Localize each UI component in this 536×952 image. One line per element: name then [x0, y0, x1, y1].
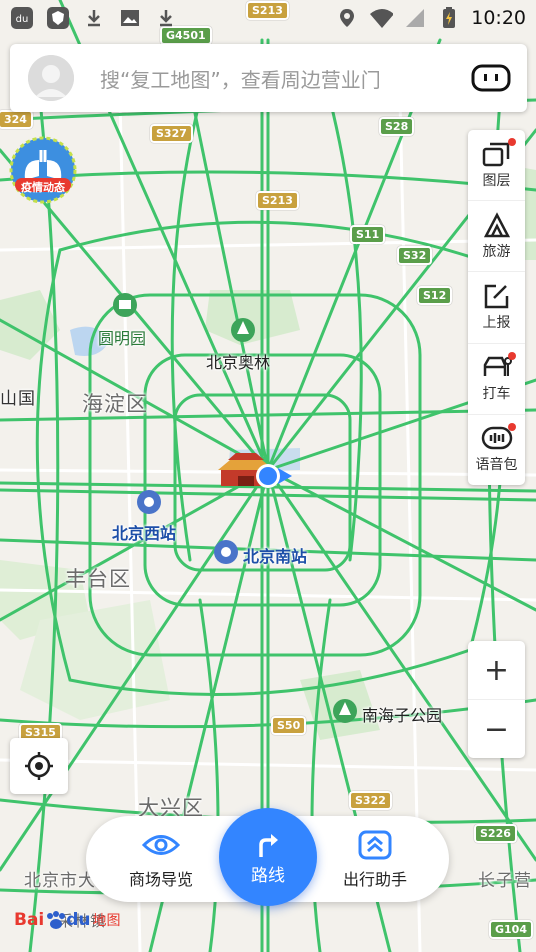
partial-label-changziying: 长子营 [478, 871, 532, 891]
route-button[interactable]: 路线 [219, 808, 317, 906]
download-icon [154, 6, 178, 30]
district-label-fengtai: 丰台区 [65, 567, 131, 591]
mall-guide-button[interactable]: 商场导览 [106, 830, 216, 890]
search-bar[interactable]: 搜“复工地图”，查看周边营业门 [10, 44, 527, 112]
travel-assistant-button[interactable]: 出行助手 [320, 830, 430, 890]
report-edit-icon [484, 284, 508, 309]
user-avatar-icon [28, 55, 74, 101]
notification-dot [508, 422, 516, 431]
svg-text:du: du [16, 14, 29, 25]
status-bar: du 10:20 [0, 0, 536, 36]
download-icon [82, 6, 106, 30]
layers-icon [482, 142, 509, 166]
district-label-haidian: 海淀区 [82, 392, 148, 416]
tool-label: 打车 [482, 386, 511, 403]
road-shield: S213 [256, 191, 299, 210]
tool-label: 旅游 [482, 243, 511, 260]
tool-label: 语音包 [475, 457, 518, 474]
du-shield-app-icon [46, 6, 70, 30]
yuanmingyuan-marker-icon[interactable] [113, 293, 137, 317]
image-icon [118, 6, 142, 30]
road-shield: S12 [417, 286, 453, 305]
tool-travel[interactable]: 旅游 [468, 201, 525, 273]
travel-assistant-label: 出行助手 [342, 870, 407, 889]
poi-label-yuanmingyuan[interactable]: 圆明园 [98, 325, 146, 349]
road-shield: S32 [397, 246, 433, 265]
road-shield: 324 [0, 110, 33, 129]
zoom-in-button[interactable]: + [468, 641, 525, 700]
logo-text-du: du [66, 910, 91, 930]
eye-icon [142, 835, 180, 855]
mall-guide-label: 商场导览 [128, 870, 193, 889]
voice-pack-icon [481, 427, 512, 450]
locate-me-button[interactable] [10, 738, 68, 794]
logo-text-map: 地图 [92, 913, 121, 929]
taxi-icon [483, 356, 512, 377]
travel-assistant-icon [358, 830, 392, 860]
route-arrow-icon [259, 833, 278, 857]
travel-icon [483, 212, 510, 238]
south-station-marker-icon[interactable] [214, 540, 238, 564]
crosshair-icon [25, 752, 53, 780]
logo-text-bai: Bai [14, 910, 45, 930]
robot-icon [471, 64, 511, 92]
clock-time: 10:20 [471, 7, 526, 29]
olympic-park-marker-icon[interactable] [231, 318, 255, 342]
signal-icon [403, 6, 427, 30]
zoom-out-button[interactable]: − [468, 700, 525, 758]
tool-taxi[interactable]: 打车 [468, 344, 525, 415]
wifi-icon [369, 6, 394, 30]
assistant-robot-button[interactable] [469, 60, 513, 96]
route-label: 路线 [251, 865, 285, 886]
poi-label-west-station[interactable]: 北京西站 [112, 520, 176, 544]
poi-label-olympic[interactable]: 北京奥林 [206, 349, 270, 373]
epidemic-label: 疫情动态 [21, 181, 65, 194]
road-shield: S50 [271, 716, 307, 735]
search-input[interactable]: 搜“复工地图”，查看周边营业门 [100, 64, 469, 93]
road-shield: G104 [489, 920, 533, 939]
tool-report[interactable]: 上报 [468, 272, 525, 344]
epidemic-news-badge[interactable]: 疫情动态 [9, 136, 77, 204]
notification-dot [508, 351, 516, 360]
partial-label-shanguo: 山国 [0, 389, 36, 409]
zoom-control: + − [468, 641, 525, 758]
partial-label-beijing-da: 北京市大 [24, 871, 96, 891]
notification-dot [508, 138, 516, 146]
road-shield: S226 [474, 824, 517, 843]
west-station-marker-icon[interactable] [137, 490, 161, 514]
avatar[interactable] [28, 55, 74, 101]
tool-label: 图层 [482, 172, 511, 189]
map-tool-panel: 图层 旅游 上报 打车 语音包 [468, 130, 525, 485]
paw-icon [47, 911, 66, 929]
tool-layers[interactable]: 图层 [468, 130, 525, 202]
du-app-icon: du [10, 6, 34, 30]
tool-voice-pack[interactable]: 语音包 [468, 415, 525, 485]
tool-label: 上报 [482, 315, 511, 331]
poi-label-nanhaizi[interactable]: 南海子公园 [362, 702, 442, 726]
location-icon [335, 6, 359, 30]
road-shield: S327 [150, 124, 193, 143]
baidu-map-logo: Bai du 地图 [14, 910, 121, 930]
road-shield: S322 [349, 791, 392, 810]
poi-label-south-station[interactable]: 北京南站 [243, 543, 307, 567]
road-shield: S11 [350, 225, 386, 244]
road-shield: S28 [379, 117, 415, 136]
nanhaizi-marker-icon[interactable] [333, 699, 357, 723]
battery-charging-icon [437, 6, 461, 30]
